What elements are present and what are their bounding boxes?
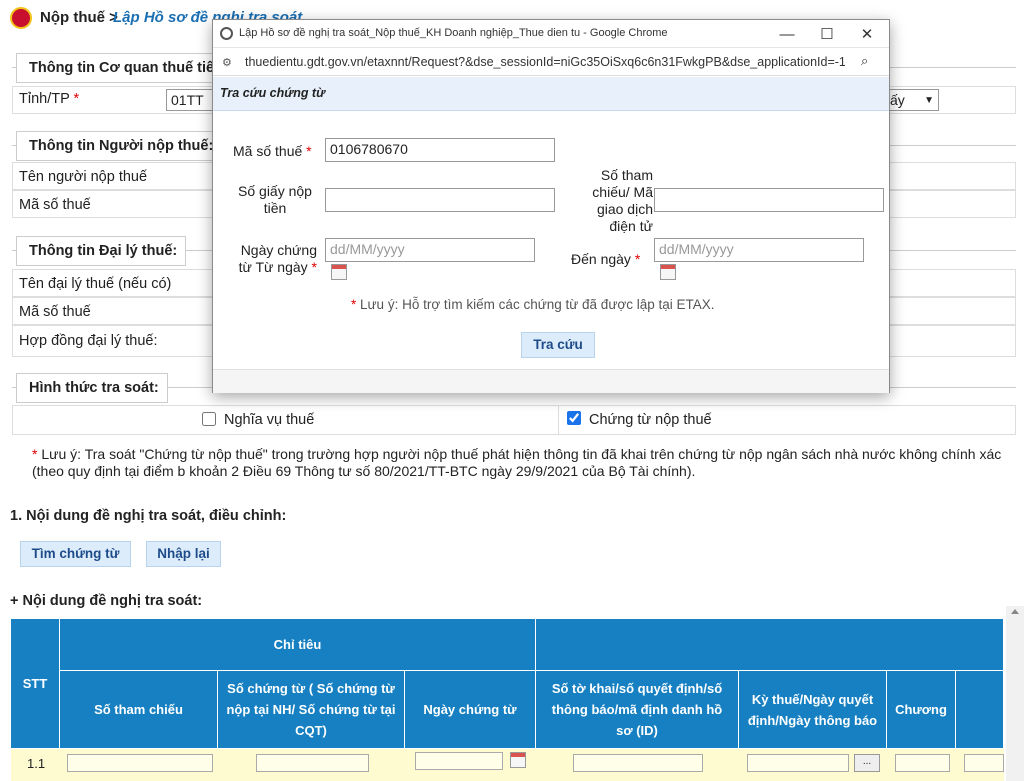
period-input[interactable] (747, 754, 849, 772)
content-title: + Nội dung đề nghị tra soát: (10, 593, 203, 609)
header-period: Kỳ thuế/Ngày quyết định/Ngày thông báo (739, 671, 887, 749)
lookup-popup-window: Lập Hồ sơ đề nghị tra soát_Nộp thuế_KH D… (212, 19, 890, 393)
find-document-button[interactable]: Tìm chứng từ (20, 541, 131, 567)
docdate-input[interactable] (415, 752, 503, 770)
period-picker-button[interactable]: ... (854, 754, 880, 772)
popup-footer (213, 369, 889, 393)
header-chapter: Chương (887, 671, 956, 749)
header-id: Số tờ khai/số quyết định/số thông báo/mã… (536, 671, 739, 749)
to-date-label: Đến ngày * (571, 251, 641, 267)
url-text[interactable]: thuedientu.gdt.gov.vn/etaxnnt/Request?&d… (245, 55, 845, 69)
payment-doc-checkbox[interactable] (567, 411, 581, 425)
address-bar[interactable]: ⚙ thuedientu.gdt.gov.vn/etaxnnt/Request?… (213, 48, 889, 76)
header-group: Chỉ tiêu (60, 619, 536, 671)
form-type-legend: Hình thức tra soát: (16, 373, 168, 403)
section1-title: 1. Nội dung đề nghị tra soát, điều chỉnh… (10, 508, 287, 524)
agent-contract-label: Hợp đồng đại lý thuế: (19, 333, 158, 349)
header-stt: STT (11, 619, 60, 749)
calendar-icon[interactable] (510, 752, 526, 768)
id-input[interactable] (573, 754, 703, 772)
header-next (956, 671, 1004, 749)
province-label: Tỉnh/TP * (19, 91, 80, 107)
scroll-up-icon[interactable] (1011, 609, 1019, 614)
reference-input[interactable] (654, 188, 884, 212)
maximize-button[interactable]: ☐ (807, 20, 847, 48)
zoom-icon[interactable]: ⌕ (861, 53, 868, 69)
obligation-checkbox[interactable] (202, 412, 216, 426)
calendar-icon[interactable] (660, 264, 676, 280)
calendar-icon[interactable] (331, 264, 347, 280)
chapter-input[interactable] (895, 754, 950, 772)
lookup-heading: Tra cứu chứng từ (220, 86, 326, 100)
header-docdate: Ngày chứng từ (405, 671, 536, 749)
payslip-label: Số giấy nộp tiền (238, 183, 312, 216)
ref-input[interactable] (67, 754, 213, 772)
window-titlebar[interactable]: Lập Hồ sơ đề nghị tra soát_Nộp thuế_KH D… (213, 20, 889, 48)
lookup-heading-bar: Tra cứu chứng từ (213, 77, 889, 111)
form-type-row (12, 405, 1016, 435)
tax-emblem-logo (10, 7, 32, 29)
header-docno: Số chứng từ ( Số chứng từ nộp tại NH/ Số… (218, 671, 405, 749)
site-settings-icon[interactable]: ⚙ (222, 56, 232, 69)
obligation-label: Nghĩa vụ thuế (224, 412, 315, 428)
from-date-input[interactable]: dd/MM/yyyy (325, 238, 535, 262)
reset-button[interactable]: Nhập lại (146, 541, 221, 567)
taxpayer-legend: Thông tin Người nộp thuế: (16, 131, 216, 161)
docno-input[interactable] (256, 754, 369, 772)
close-button[interactable]: ✕ (847, 20, 887, 48)
taxpayer-tin-label: Mã số thuế (19, 197, 91, 213)
agent-name-label: Tên đại lý thuế (nếu có) (19, 276, 172, 292)
province-select[interactable]: 01TT (166, 89, 216, 111)
modal-tin-label: Mã số thuế * (233, 143, 312, 159)
agent-tin-label: Mã số thuế (19, 304, 91, 320)
chevron-down-icon: ▼ (924, 94, 934, 106)
next-input[interactable] (964, 754, 1004, 772)
header-ref: Số tham chiếu (60, 671, 218, 749)
lookup-hint: * Lưu ý: Hỗ trợ tìm kiếm các chứng từ đã… (351, 297, 715, 312)
agent-legend: Thông tin Đại lý thuế: (16, 236, 186, 266)
header-group-right (536, 619, 1004, 671)
divider (558, 405, 559, 435)
vertical-scrollbar[interactable] (1006, 606, 1024, 781)
window-title: Lập Hồ sơ đề nghị tra soát_Nộp thuế_KH D… (239, 27, 668, 39)
agency-legend: Thông tin Cơ quan thuế tiế (16, 53, 216, 83)
row-stt: 1.1 (27, 756, 46, 771)
modal-tin-input[interactable]: 0106780670 (325, 138, 555, 162)
minimize-button[interactable]: — (767, 20, 807, 48)
globe-icon (220, 27, 233, 40)
reference-label: Số tham chiếu/ Mã giao dịch điện tử (592, 167, 653, 234)
from-date-label: Ngày chứng từ Từ ngày * (238, 242, 317, 275)
legal-note: * Lưu ý: Tra soát "Chứng từ nộp thuế" tr… (32, 446, 1002, 479)
content-table: STT Chỉ tiêu Số tham chiếu Số chứng từ (… (11, 619, 1004, 781)
breadcrumb-section[interactable]: Nộp thuế > (40, 9, 118, 26)
lookup-search-button[interactable]: Tra cứu (521, 332, 595, 358)
to-date-input[interactable]: dd/MM/yyyy (654, 238, 864, 262)
taxpayer-name-label: Tên người nộp thuế (19, 169, 148, 185)
agency-select[interactable]: ấy ▼ (885, 89, 939, 111)
payment-doc-label: Chứng từ nộp thuế (589, 412, 712, 428)
payslip-input[interactable] (325, 188, 555, 212)
